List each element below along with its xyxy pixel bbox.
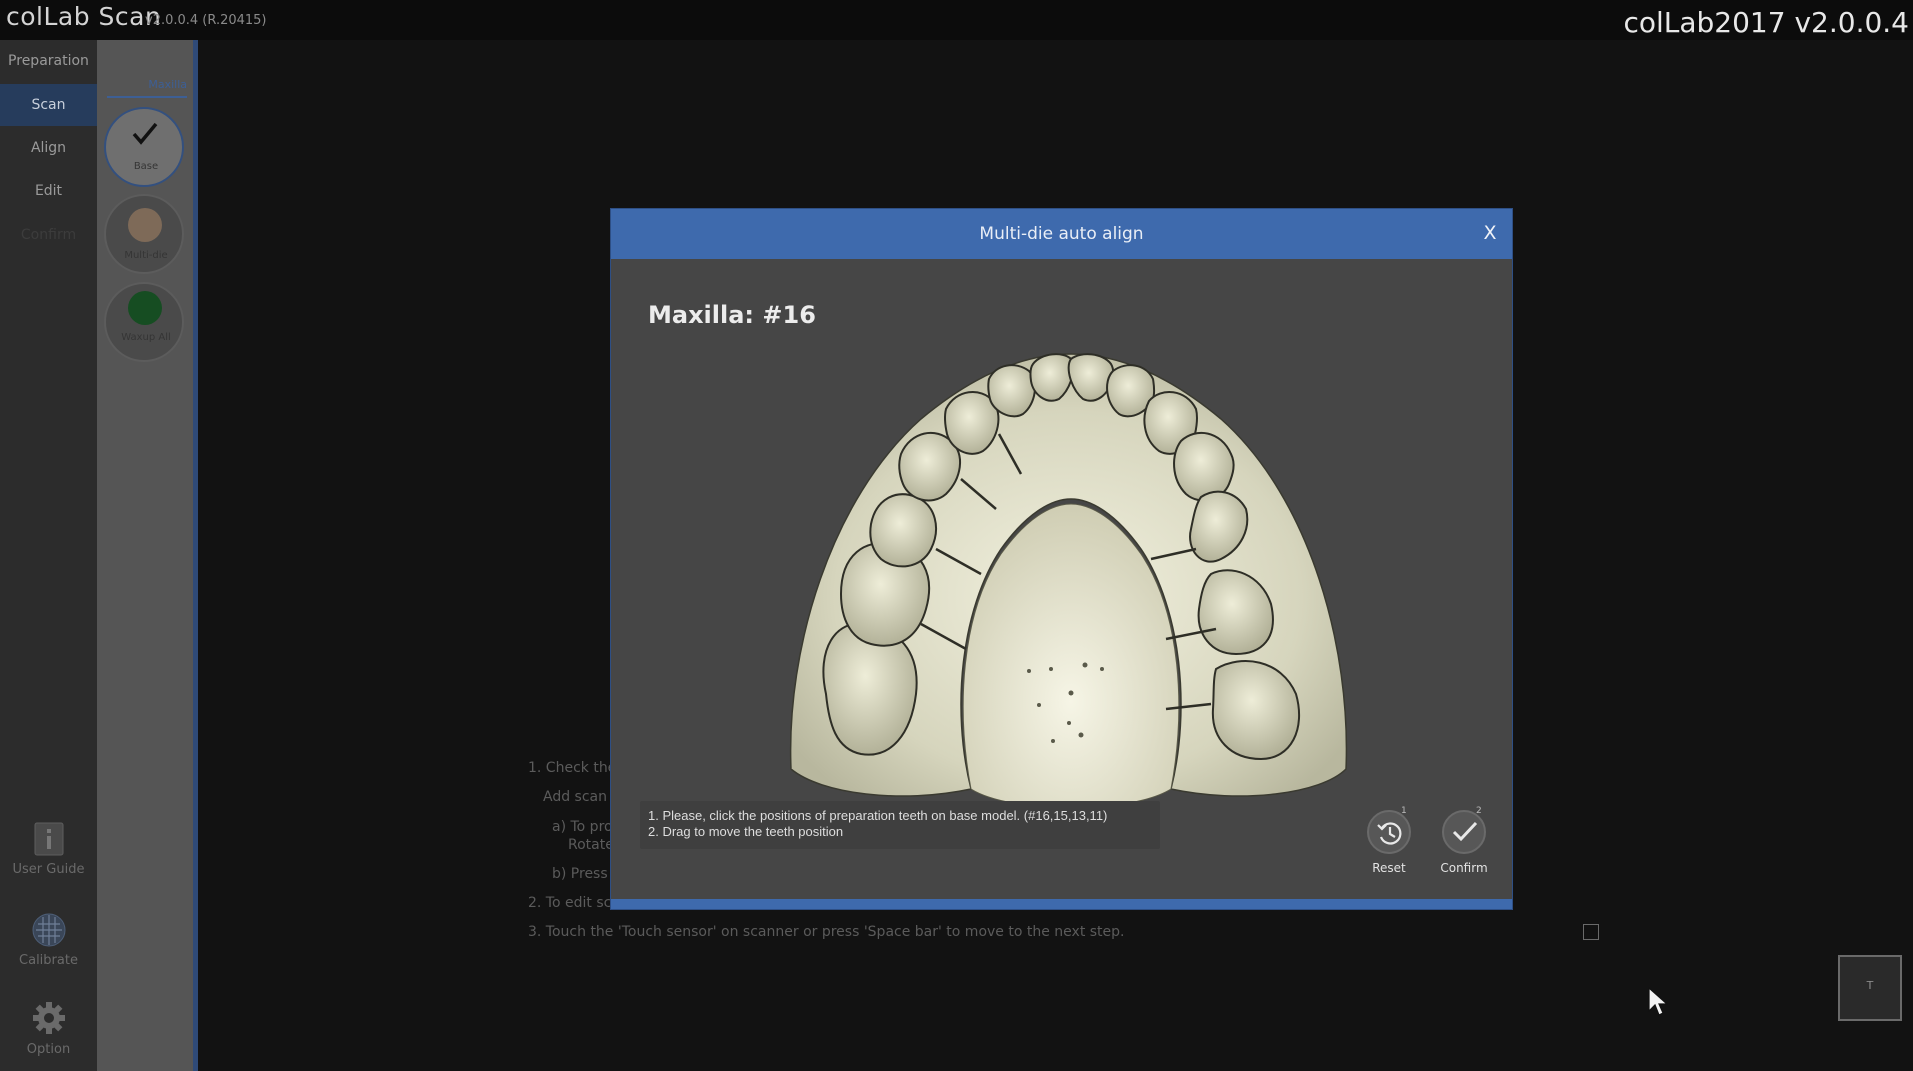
confirm-button-circle [1442,810,1486,854]
gear-icon [32,1002,65,1034]
left-navigation: Preparation Scan Align Edit Confirm User… [0,40,97,1071]
option-label: Option [26,1042,71,1057]
step-multi-die-label: Multi-die [124,250,168,261]
dialog-footer-bar [611,899,1512,909]
nav-item-confirm: Confirm [20,227,77,243]
waxup-all-indicator [128,291,162,325]
view-cube-label: T [1866,979,1874,992]
nav-item-preparation[interactable]: Preparation [0,40,97,82]
maxilla-3d-model[interactable] [771,349,1361,819]
user-guide-label: User Guide [12,862,85,877]
title-bar: colLab Scan v2.0.0.4 (R.20415) colLab201… [0,0,1913,40]
step-multi-die-button[interactable]: Multi-die [104,194,184,274]
calibrate-label: Calibrate [19,953,78,968]
bg-instruction-line: Rotate [568,837,614,853]
app-logo: colLab Scan [6,2,162,31]
close-button[interactable]: X [1478,219,1502,247]
viewport-heading: Maxilla: #16 [648,301,816,329]
reset-history-icon [1377,822,1402,845]
reset-shortcut-number: 1 [1401,806,1407,816]
instruction-line: 2. Drag to move the teeth position [648,824,844,839]
step-panel-divider [193,40,198,1071]
view-cube[interactable]: T [1838,955,1902,1021]
confirm-shortcut-number: 2 [1476,806,1482,816]
instruction-box: 1. Please, click the positions of prepar… [640,801,1160,849]
bg-instruction-line: a) To pro [552,819,613,835]
nav-item-edit[interactable]: Edit [0,170,97,212]
calibrate-icon [32,913,65,947]
info-icon [34,822,63,856]
reset-button[interactable]: 1 Reset [1357,806,1419,880]
multi-die-indicator [128,208,162,242]
step-waxup-all-label: Waxup All [121,332,171,343]
confirm-label: Confirm [1440,861,1488,875]
app-window: colLab Scan v2.0.0.4 (R.20415) colLab201… [0,0,1913,1071]
step-waxup-all-button[interactable]: Waxup All [104,282,184,362]
calibrate-button[interactable]: Calibrate [0,913,97,968]
bg-instruction-line: 1. Check the [528,760,617,776]
nav-item-scan[interactable]: Scan [0,84,97,126]
instruction-line: 1. Please, click the positions of prepar… [648,808,1108,823]
mouse-cursor-icon [1648,987,1668,1016]
checkmark-icon [132,122,158,145]
option-button[interactable]: Option [0,1000,97,1057]
user-guide-button[interactable]: User Guide [0,822,97,877]
dialog-viewport[interactable]: Maxilla: #16 1. Please, click the positi… [611,259,1512,899]
checkmark-icon [1452,821,1478,842]
bg-instruction-line: 3. Touch the 'Touch sensor' on scanner o… [528,924,1125,940]
expand-icon[interactable] [1583,924,1599,940]
step-base-label: Base [133,161,159,172]
step-base-button[interactable]: Base [104,107,184,187]
reset-label: Reset [1372,861,1406,875]
nav-item-align[interactable]: Align [0,127,97,169]
bg-instruction-line: 2. To edit sc [528,895,612,911]
tab-maxilla[interactable]: Maxilla [107,70,187,98]
window-title: colLab2017 v2.0.0.4 [1623,6,1909,39]
bg-instruction-line: b) Press [552,866,608,882]
bg-instruction-line: Add scan [543,789,607,805]
multi-die-auto-align-dialog: Multi-die auto align X Maxilla: #16 1. P… [610,208,1513,910]
app-version: v2.0.0.4 (R.20415) [145,13,267,28]
reset-button-circle [1367,810,1411,854]
dialog-header: Multi-die auto align X [611,209,1512,259]
dialog-title: Multi-die auto align [979,224,1144,244]
confirm-button[interactable]: 2 Confirm [1432,806,1494,880]
